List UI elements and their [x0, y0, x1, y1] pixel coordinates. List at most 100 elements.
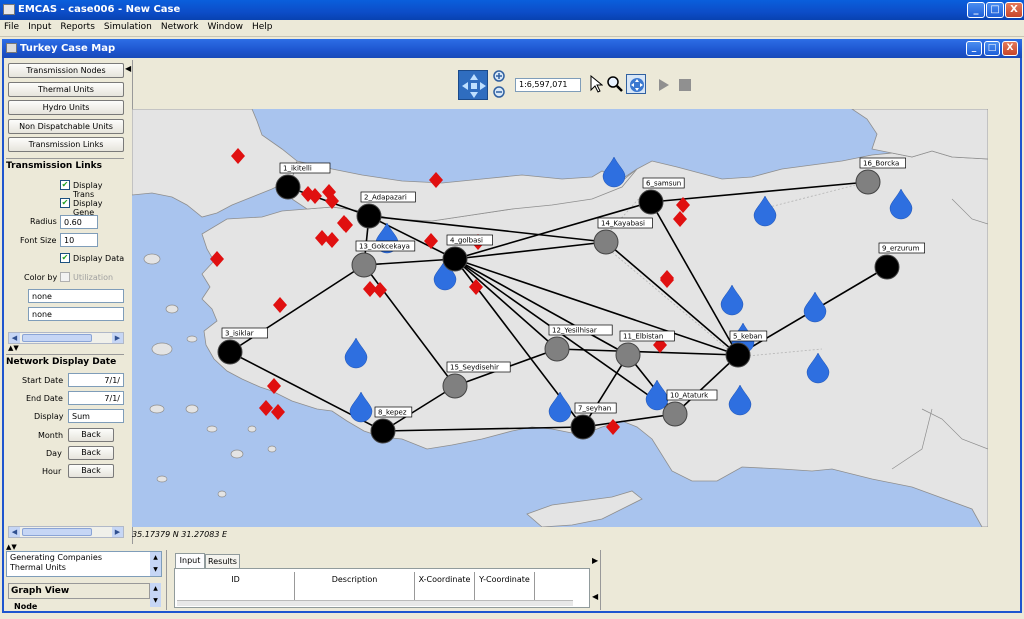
- menu-input[interactable]: Input: [24, 20, 56, 32]
- hydro-units-button[interactable]: Hydro Units: [8, 100, 124, 115]
- node-circle[interactable]: [725, 342, 751, 368]
- menu-reports[interactable]: Reports: [56, 20, 100, 32]
- end-date-label: End Date: [26, 394, 63, 403]
- node-circle[interactable]: [662, 401, 688, 427]
- bottom-splitter[interactable]: [166, 550, 172, 610]
- list-item[interactable]: Generating Companies: [7, 552, 161, 563]
- node-list-item[interactable]: Node: [14, 602, 37, 610]
- menu-file[interactable]: File: [0, 20, 24, 32]
- node-circle[interactable]: [874, 254, 900, 280]
- node-circle[interactable]: [593, 229, 619, 255]
- collapse-arrow-icon[interactable]: ◀: [125, 64, 131, 73]
- tab-results[interactable]: Results: [205, 554, 240, 569]
- node-circle[interactable]: [351, 252, 377, 278]
- month-back-button[interactable]: Back: [68, 428, 114, 442]
- list-scrollbar[interactable]: ▲ ▼: [150, 552, 161, 576]
- node-circle[interactable]: [855, 169, 881, 195]
- magnifier-tool-icon[interactable]: [606, 75, 624, 93]
- date-panel-scrollbar[interactable]: ◀ ▶: [8, 526, 124, 538]
- node-circle[interactable]: [615, 342, 641, 368]
- display-select[interactable]: Sum: [68, 409, 124, 423]
- display-trans-label: Display Trans: [73, 181, 103, 199]
- turkey-network-map[interactable]: 1_ikitelli 2_Adapazari 3_isiklar 4_golbasi 5…: [132, 109, 988, 527]
- non-dispatchable-units-button[interactable]: Non Dispatchable Units: [8, 119, 124, 134]
- display-trans-checkbox[interactable]: ✔: [60, 180, 70, 190]
- maximize-button[interactable]: □: [986, 2, 1004, 18]
- network-display-date-heading: Network Display Date: [6, 354, 124, 367]
- list-item[interactable]: Thermal Units: [7, 563, 161, 572]
- transmission-nodes-button[interactable]: Transmission Nodes: [8, 63, 124, 78]
- scroll-left-icon[interactable]: ◀: [9, 333, 20, 343]
- display-data-checkbox[interactable]: ✔: [60, 253, 70, 263]
- tab-input[interactable]: Input: [175, 553, 205, 568]
- utilization-checkbox[interactable]: [60, 272, 70, 282]
- color-select-2[interactable]: none: [28, 307, 124, 321]
- color-by-label: Color by: [24, 273, 58, 282]
- node-label: 3_isiklar: [225, 330, 254, 338]
- node-label: 13_Gokcekaya: [359, 243, 410, 251]
- node-circle[interactable]: [544, 336, 570, 362]
- map-scale-field[interactable]: 1:6,597,071: [515, 78, 581, 92]
- display-gene-checkbox[interactable]: ✔: [60, 198, 70, 208]
- category-list[interactable]: Generating Companies Thermal Units: [6, 551, 162, 577]
- minimize-button[interactable]: _: [967, 2, 985, 18]
- menu-simulation[interactable]: Simulation: [100, 20, 157, 32]
- thermal-units-button[interactable]: Thermal Units: [8, 82, 124, 97]
- node-circle[interactable]: [570, 414, 596, 440]
- graph-scrollbar[interactable]: ▲ ▼: [150, 583, 161, 607]
- play-icon[interactable]: [658, 78, 670, 92]
- node-circle[interactable]: [370, 418, 396, 444]
- node-label: 6_samsun: [646, 180, 681, 188]
- stop-icon[interactable]: [679, 79, 691, 91]
- transmission-links-button[interactable]: Transmission Links: [8, 137, 124, 152]
- column-id[interactable]: ID: [177, 572, 295, 600]
- node-label: 7_seyhan: [578, 405, 611, 413]
- radius-label: Radius: [30, 217, 57, 226]
- menu-help[interactable]: Help: [248, 20, 278, 32]
- table-scrollbar[interactable]: [177, 600, 573, 606]
- start-date-label: Start Date: [22, 376, 64, 385]
- pan-tool-icon[interactable]: [626, 74, 646, 94]
- zoom-out-icon[interactable]: [493, 86, 507, 100]
- menu-bar: File Input Reports Simulation Network Window H…: [0, 20, 1024, 37]
- close-button[interactable]: X: [1005, 2, 1023, 18]
- frame-minimize-button[interactable]: _: [966, 41, 982, 56]
- panel-arrow-icon[interactable]: ▶: [592, 556, 598, 565]
- pan-arrows-icon[interactable]: [458, 70, 488, 100]
- panel-arrow-icon-2[interactable]: ◀: [592, 592, 598, 601]
- frame-maximize-button[interactable]: □: [984, 41, 1000, 56]
- day-back-button[interactable]: Back: [68, 446, 114, 460]
- hour-back-button[interactable]: Back: [68, 464, 114, 478]
- node-circle[interactable]: [217, 339, 243, 365]
- font-size-input[interactable]: 10: [60, 233, 98, 247]
- scroll-left-icon-2[interactable]: ◀: [9, 527, 20, 537]
- scroll-right-icon-2[interactable]: ▶: [112, 527, 123, 537]
- bottom-split-arrows-icon[interactable]: ▲▼: [6, 543, 17, 551]
- split-arrows-icon[interactable]: ▲▼: [8, 344, 19, 352]
- radius-input[interactable]: 0.60: [60, 215, 98, 229]
- graph-view-heading: Graph View: [8, 583, 150, 599]
- frame-close-button[interactable]: X: [1002, 41, 1018, 56]
- node-label: 15_Seydisehir: [450, 364, 499, 372]
- menu-window[interactable]: Window: [203, 20, 248, 32]
- node-circle[interactable]: [356, 203, 382, 229]
- node-circle[interactable]: [442, 373, 468, 399]
- node-circle[interactable]: [275, 174, 301, 200]
- scroll-thumb[interactable]: [22, 334, 92, 342]
- column-y-coordinate[interactable]: Y-Coordinate: [475, 572, 535, 600]
- left-panel-scrollbar[interactable]: ◀ ▶: [8, 332, 124, 344]
- scroll-right-icon[interactable]: ▶: [112, 333, 123, 343]
- pointer-tool-icon[interactable]: [589, 74, 604, 93]
- node-circle[interactable]: [442, 246, 468, 272]
- node-circle[interactable]: [638, 189, 664, 215]
- color-select-1[interactable]: none: [28, 289, 124, 303]
- column-x-coordinate[interactable]: X-Coordinate: [415, 572, 475, 600]
- node-label: 12_Yesilhisar: [552, 327, 597, 335]
- start-date-input[interactable]: 7/1/: [68, 373, 124, 387]
- end-date-input[interactable]: 7/1/: [68, 391, 124, 405]
- node-label: 14_Kayabasi: [601, 220, 645, 228]
- zoom-in-icon[interactable]: [493, 70, 507, 84]
- column-description[interactable]: Description: [295, 572, 415, 600]
- menu-network[interactable]: Network: [157, 20, 204, 32]
- scroll-thumb-2[interactable]: [22, 528, 92, 536]
